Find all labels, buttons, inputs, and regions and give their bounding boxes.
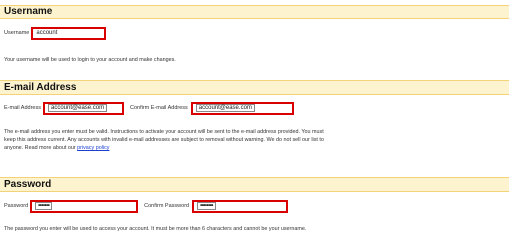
email-value: account@ease.com	[48, 103, 108, 112]
username-help-text: Your username will be used to login to y…	[4, 57, 176, 63]
password-value: •••••••	[35, 201, 53, 210]
privacy-policy-link[interactable]: privacy policy	[77, 145, 109, 151]
email-field[interactable]: account@ease.com	[43, 101, 124, 115]
password-label: Password	[4, 203, 29, 209]
confirm-email-value: account@ease.com	[195, 103, 255, 112]
password-section-header: Password	[0, 177, 509, 192]
confirm-email-field[interactable]: account@ease.com	[190, 101, 294, 115]
username-row: Username account	[4, 26, 107, 40]
confirm-email-label: Confirm E-mail Address	[130, 105, 188, 111]
confirm-password-label: Confirm Password	[144, 203, 190, 209]
password-field[interactable]: •••••••	[30, 199, 139, 213]
registration-form: Username Username account Your username …	[0, 0, 509, 241]
email-section-header: E-mail Address	[0, 80, 509, 95]
username-value: account	[36, 29, 58, 36]
username-section-header: Username	[0, 5, 509, 19]
username-field[interactable]: account	[31, 26, 107, 40]
email-help-line-3-prefix: anyone. Read more about our	[4, 145, 78, 151]
confirm-password-value: ••••••••	[197, 201, 216, 210]
confirm-password-field[interactable]: ••••••••	[192, 199, 289, 213]
email-help-line-1: The e-mail address you enter must be val…	[4, 129, 324, 135]
password-help-text: The password you enter will be used to a…	[4, 226, 307, 232]
email-help-line-3: anyone. Read more about our privacy poli…	[4, 144, 109, 152]
password-row: Password ••••••• Confirm Password ••••••…	[4, 199, 289, 213]
email-row: E-mail Address account@ease.com Confirm …	[4, 101, 294, 115]
email-help-line-2: keep this address current. Any accounts …	[4, 137, 324, 143]
email-label: E-mail Address	[4, 105, 41, 111]
username-label: Username	[4, 30, 30, 36]
